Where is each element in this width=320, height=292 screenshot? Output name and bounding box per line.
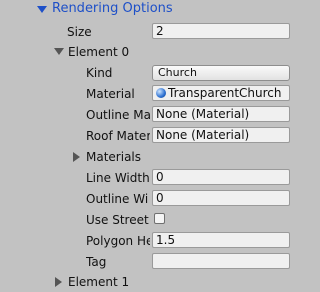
outline-width-field[interactable]: 0 (152, 190, 290, 206)
material-sphere-icon (156, 88, 166, 98)
kind-dropdown[interactable]: Church (152, 65, 290, 81)
tag-field[interactable] (152, 253, 290, 269)
material-row: Material TransparentChurch (0, 84, 300, 104)
roof-material-label: Roof Mater (86, 129, 150, 143)
rendering-options-foldout[interactable]: Rendering Options (0, 0, 300, 20)
material-field[interactable]: TransparentChurch (152, 85, 290, 101)
element-1-foldout[interactable]: Element 1 (0, 272, 300, 292)
polygon-height-field[interactable]: 1.5 (152, 232, 290, 248)
size-row: Size 2 (0, 22, 300, 42)
line-width-row: Line Width 0 (0, 168, 300, 188)
kind-value: Church (158, 66, 197, 79)
tag-row: Tag (0, 252, 300, 272)
polygon-height-row: Polygon He 1.5 (0, 231, 300, 251)
line-width-label: Line Width (86, 171, 150, 185)
use-street-label: Use Street (86, 213, 149, 227)
outline-width-row: Outline Wi 0 (0, 189, 300, 209)
roof-material-row: Roof Mater None (Material) (0, 126, 300, 146)
polygon-height-label: Polygon He (86, 234, 150, 248)
expand-arrow-icon[interactable] (37, 6, 47, 13)
tag-label: Tag (86, 255, 107, 269)
size-field[interactable]: 2 (152, 23, 290, 39)
outline-material-label: Outline Ma (86, 108, 150, 122)
outline-material-field[interactable]: None (Material) (152, 106, 290, 122)
element-1-label: Element 1 (68, 275, 130, 289)
element-0-foldout[interactable]: Element 0 (0, 42, 300, 62)
material-label: Material (86, 87, 135, 101)
expand-arrow-icon[interactable] (54, 48, 64, 55)
use-street-checkbox[interactable] (154, 213, 165, 224)
use-street-row: Use Street (0, 210, 300, 230)
collapsed-arrow-icon[interactable] (55, 277, 62, 287)
material-value: TransparentChurch (168, 86, 282, 100)
line-width-field[interactable]: 0 (152, 169, 290, 185)
element-0-label: Element 0 (68, 45, 130, 59)
materials-label: Materials (86, 150, 142, 164)
size-label: Size (67, 25, 92, 39)
rendering-options-label: Rendering Options (52, 1, 173, 16)
kind-row: Kind Church (0, 63, 300, 83)
materials-foldout[interactable]: Materials (0, 147, 300, 167)
roof-material-field[interactable]: None (Material) (152, 127, 290, 143)
outline-material-row: Outline Ma None (Material) (0, 105, 300, 125)
collapsed-arrow-icon[interactable] (73, 152, 80, 162)
kind-label: Kind (86, 66, 113, 80)
outline-width-label: Outline Wi (86, 192, 149, 206)
